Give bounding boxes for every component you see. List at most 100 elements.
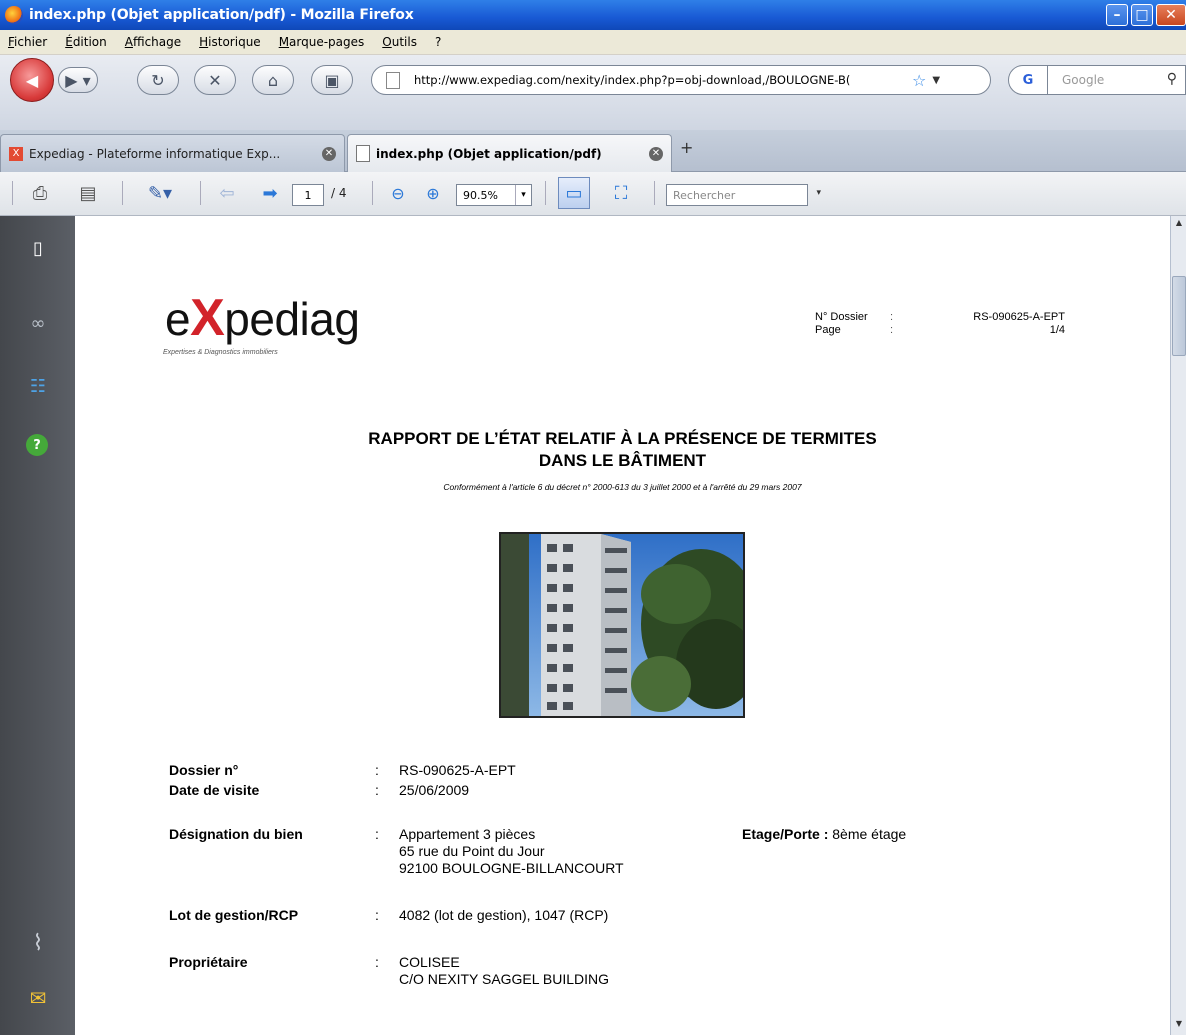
scroll-up-icon[interactable]: ▲ [1173,218,1185,232]
tab-label: Expediag - Plateforme informatique Exp..… [29,146,281,161]
header-labels: N° Dossier Page [815,311,868,337]
menu-fichier[interactable]: Fichier [8,35,47,49]
page-header-value: 1/4 [1049,324,1065,336]
star-bookmark-icon[interactable]: ☆ [912,71,926,90]
date-value: 25/06/2009 [399,782,470,798]
menu-outils[interactable]: Outils [382,35,417,49]
pdf-toolbar: ⎙ ▤ ✎▾ ⇦ ➡ 1 / 4 ⊖ ⊕ 90.5% ▾ ▭ ⛶ Recherc… [0,172,1186,216]
page-icon [356,145,370,162]
menu-help[interactable]: ? [435,35,441,49]
sign-document-button[interactable]: ✎▾ [140,180,180,206]
tab-close-icon[interactable]: ✕ [322,146,336,161]
etage-value: 8ème étage [832,826,907,842]
bookmark-page-button[interactable]: ▣ [311,65,353,95]
address-bar[interactable]: http://www.expediag.com/nexity/index.php… [371,65,991,95]
back-button[interactable]: ◀ [10,58,54,102]
zoom-in-button[interactable]: ⊕ [420,180,446,206]
page-number-input[interactable]: 1 [292,184,324,206]
menu-marque-pages[interactable]: Marque-pages [279,35,365,49]
reload-button[interactable]: ↻ [137,65,179,95]
report-title: RAPPORT DE L’ÉTAT RELATIF À LA PRÉSENCE … [75,428,1170,472]
colon: : [890,324,894,336]
url-text[interactable]: http://www.expediag.com/nexity/index.php… [414,73,904,87]
menu-affichage[interactable]: Affichage [125,35,181,49]
dossier-header-value: RS-090625-A-EPT [973,311,1065,323]
header-values: RS-090625-A-EPT 1/4 [905,311,1065,337]
report-title-line1: RAPPORT DE L’ÉTAT RELATIF À LA PRÉSENCE … [368,429,877,448]
comments-icon[interactable]: ✉ [26,986,50,1010]
expediag-logo: eXpediag [165,288,360,348]
forward-button[interactable]: ▶ ▾ [58,67,98,93]
menu-historique[interactable]: Historique [199,35,261,49]
designation-label: Désignation du bien [169,826,303,842]
expediag-favicon-icon: X [9,146,23,161]
header-colons: : : [890,311,893,337]
proprietaire-line: COLISEE [399,954,460,970]
colon: : [375,826,379,842]
minimize-button[interactable]: – [1106,4,1128,26]
url-dropdown-icon[interactable]: ▼ [932,75,940,86]
web-search-input[interactable]: Google ⚲ [1048,65,1186,95]
next-page-button[interactable]: ➡ [255,180,285,206]
maximize-button[interactable]: □ [1131,4,1153,26]
designation-line: 65 rue du Point du Jour [399,843,545,859]
logo-text: e [165,293,191,345]
previous-page-button[interactable]: ⇦ [212,180,242,206]
pdf-document-area[interactable]: eXpediag Expertises & Diagnostics immobi… [75,216,1170,1035]
fit-page-button[interactable]: ⛶ [607,180,635,206]
zoom-value: 90.5% [463,188,498,202]
colon: : [375,762,379,778]
designation-value: Appartement 3 pièces 65 rue du Point du … [399,826,624,877]
etage-field: Etage/Porte : 8ème étage [742,826,906,843]
close-window-button[interactable]: ✕ [1156,4,1186,26]
paperclip-icon[interactable]: ⌇ [26,931,50,956]
chevron-down-icon[interactable]: ▾ [515,185,531,205]
toolbar-separator [654,181,655,205]
scroll-down-icon[interactable]: ▼ [1173,1019,1185,1033]
zoom-out-button[interactable]: ⊖ [385,180,411,206]
proprietaire-label: Propriétaire [169,954,248,970]
tab-pdf[interactable]: index.php (Objet application/pdf) ✕ [347,134,672,172]
pages-icon[interactable]: ▯ [26,236,50,260]
new-tab-button[interactable]: + [680,138,693,157]
designation-line: Appartement 3 pièces [399,826,536,842]
lot-value: 4082 (lot de gestion), 1047 (RCP) [399,907,609,923]
save-button[interactable]: ▤ [75,180,101,206]
etage-label: Etage/Porte : [742,826,829,842]
print-button[interactable]: ⎙ [27,180,53,206]
colon: : [890,311,894,323]
toolbar-separator [122,181,123,205]
chevron-down-icon[interactable]: ▾ [816,188,821,198]
fit-width-button[interactable]: ▭ [558,177,590,209]
bookmarks-tree-icon[interactable]: ☷ [26,374,50,398]
tab-expediag[interactable]: X Expediag - Plateforme informatique Exp… [0,134,345,172]
toolbar-separator [200,181,201,205]
page-total: / 4 [331,186,347,200]
pdf-search-placeholder: Rechercher [673,188,736,202]
home-button[interactable]: ⌂ [252,65,294,95]
pdf-search-input[interactable]: Rechercher ▾ [666,184,821,206]
vertical-scrollbar[interactable]: ▲ ▼ [1170,216,1186,1035]
page-header-label: Page [815,324,841,336]
menu-bar: Fichier Édition Affichage Historique Mar… [0,30,1186,55]
lot-label: Lot de gestion/RCP [169,907,299,923]
toolbar-separator [372,181,373,205]
tab-bar: X Expediag - Plateforme informatique Exp… [0,130,1186,172]
firefox-icon [5,6,23,24]
building-photo [499,532,745,718]
dossier-header-label: N° Dossier [815,311,868,323]
scrollbar-thumb[interactable] [1172,276,1186,356]
page-icon [386,71,400,89]
search-icon[interactable]: ⚲ [1167,71,1177,87]
dossier-value: RS-090625-A-EPT [399,762,516,778]
tab-close-icon[interactable]: ✕ [649,146,663,161]
help-icon[interactable]: ? [26,434,48,456]
zoom-select[interactable]: 90.5% ▾ [456,184,532,206]
binoculars-icon[interactable]: ∞ [26,311,50,335]
menu-edition[interactable]: Édition [65,35,107,49]
colon: : [375,782,379,798]
tab-label: index.php (Objet application/pdf) [376,146,602,161]
search-engine-button[interactable]: G [1008,65,1048,95]
stop-button[interactable]: ✕ [194,65,236,95]
navigation-toolbar: ◀ ▶ ▾ ↻ ✕ ⌂ ▣ http://www.expediag.com/ne… [0,55,1186,130]
